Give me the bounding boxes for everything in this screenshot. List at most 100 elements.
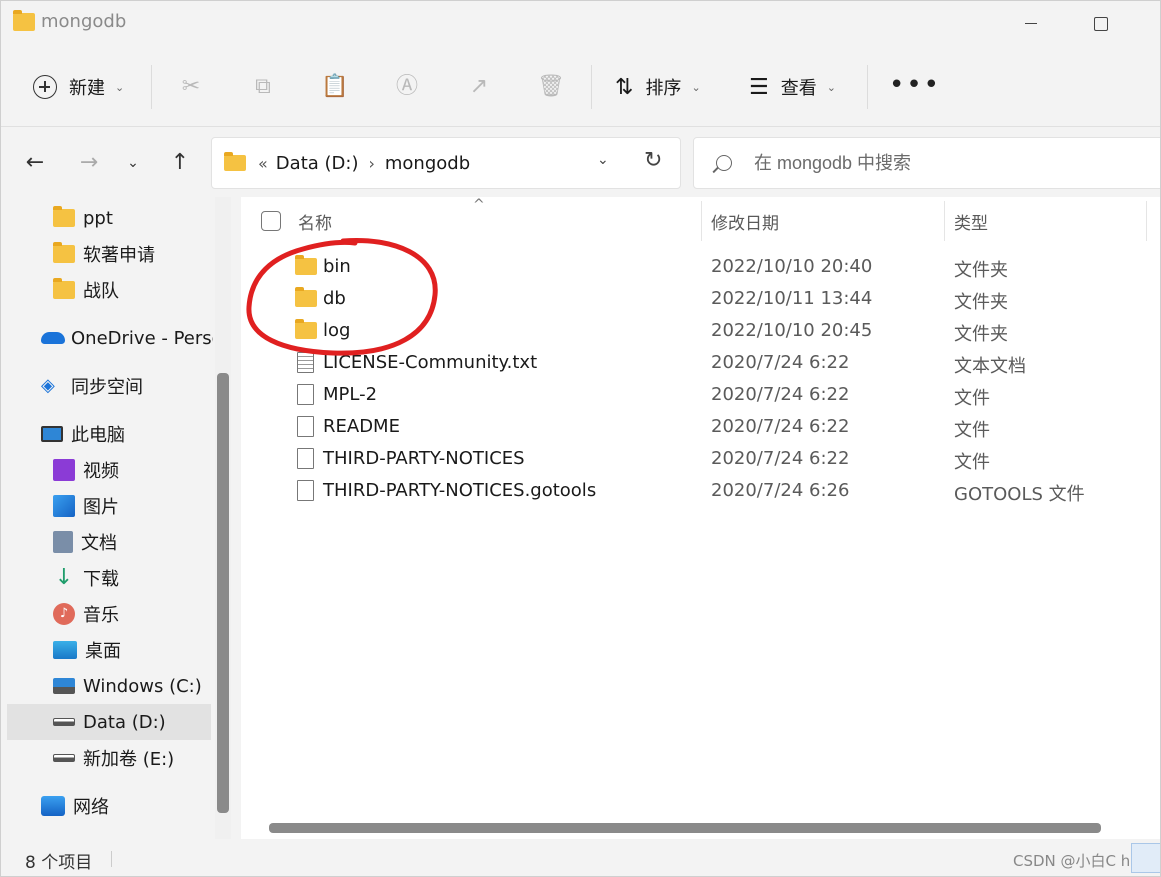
file-type: 文件夹 bbox=[954, 292, 1008, 313]
search-box[interactable] bbox=[693, 137, 1160, 189]
file-row[interactable]: README 2020/7/24 6:22 文件 bbox=[241, 411, 1160, 443]
folder-icon bbox=[295, 255, 317, 275]
sidebar-item-label: 图片 bbox=[83, 497, 119, 518]
column-header-name[interactable]: 名称 bbox=[298, 209, 332, 234]
column-divider[interactable] bbox=[944, 201, 945, 241]
breadcrumb-drive[interactable]: Data (D:) bbox=[276, 153, 359, 174]
sidebar-item-sync-space[interactable]: ◈ 同步空间 bbox=[41, 368, 143, 404]
file-list: ^ 名称 修改日期 类型 bin 2022/10/10 20:40 文件夹 db… bbox=[241, 197, 1160, 839]
file-name: LICENSE-Community.txt bbox=[323, 352, 538, 373]
sidebar-item-drive-e[interactable]: 新加卷 (E:) bbox=[53, 740, 174, 776]
sidebar-item-label: 下载 bbox=[83, 569, 119, 590]
file-row[interactable]: THIRD-PARTY-NOTICES.gotools 2020/7/24 6:… bbox=[241, 475, 1160, 507]
sidebar-item-label: 音乐 bbox=[83, 605, 119, 626]
file-date: 2022/10/11 13:44 bbox=[711, 288, 873, 309]
new-button[interactable]: 新建 ⌄ bbox=[33, 65, 124, 109]
sidebar-item-copyright[interactable]: 软著申请 bbox=[53, 236, 155, 272]
videos-icon bbox=[53, 459, 75, 481]
view-button[interactable]: ☰ 查看 ⌄ bbox=[749, 65, 836, 109]
sidebar-scrollbar-thumb[interactable] bbox=[217, 373, 229, 813]
file-row[interactable]: THIRD-PARTY-NOTICES 2020/7/24 6:22 文件 bbox=[241, 443, 1160, 475]
details-view-button[interactable] bbox=[1131, 843, 1160, 873]
column-header-date[interactable]: 修改日期 bbox=[711, 209, 779, 234]
watermark: CSDN @小白C hi bbox=[1013, 852, 1135, 870]
window-title: mongodb bbox=[41, 11, 127, 32]
up-button[interactable]: ↑ bbox=[166, 149, 194, 177]
sidebar-item-desktop[interactable]: 桌面 bbox=[53, 632, 121, 668]
file-row[interactable]: bin 2022/10/10 20:40 文件夹 bbox=[241, 251, 1160, 283]
sidebar-item-team[interactable]: 战队 bbox=[53, 272, 119, 308]
toolbar-divider bbox=[591, 65, 592, 109]
file-name: MPL-2 bbox=[323, 384, 378, 405]
recent-locations-button[interactable]: ⌄ bbox=[119, 149, 147, 177]
select-all-checkbox[interactable] bbox=[261, 211, 281, 231]
sidebar-item-ppt[interactable]: ppt bbox=[53, 200, 113, 236]
share-icon[interactable]: ↗ bbox=[465, 73, 493, 101]
sidebar-item-this-pc[interactable]: 此电脑 bbox=[41, 416, 125, 452]
file-type: 文件 bbox=[954, 388, 990, 409]
sidebar-item-drive-d[interactable]: Data (D:) bbox=[7, 704, 211, 740]
column-header-type[interactable]: 类型 bbox=[954, 209, 988, 234]
file-row[interactable]: db 2022/10/11 13:44 文件夹 bbox=[241, 283, 1160, 315]
address-bar[interactable]: « Data (D:) › mongodb ⌄ ↻ bbox=[211, 137, 681, 189]
maximize-button[interactable] bbox=[1081, 9, 1121, 37]
folder-icon bbox=[224, 152, 246, 171]
sidebar-item-videos[interactable]: 视频 bbox=[53, 452, 119, 488]
rename-icon[interactable]: Ⓐ bbox=[393, 73, 421, 101]
item-count: 8 个项目 bbox=[25, 853, 93, 873]
file-type: 文件夹 bbox=[954, 324, 1008, 345]
chevron-down-icon: ⌄ bbox=[691, 80, 701, 94]
back-button[interactable]: ← bbox=[21, 149, 49, 177]
sidebar-item-onedrive[interactable]: OneDrive - Perso bbox=[41, 320, 213, 356]
refresh-icon[interactable]: ↻ bbox=[644, 148, 662, 173]
file-date: 2022/10/10 20:40 bbox=[711, 256, 873, 277]
file-name: THIRD-PARTY-NOTICES.gotools bbox=[323, 480, 597, 501]
file-row[interactable]: log 2022/10/10 20:45 文件夹 bbox=[241, 315, 1160, 347]
new-label: 新建 bbox=[69, 78, 105, 99]
drive-icon bbox=[53, 718, 75, 726]
paste-icon[interactable]: 📋 bbox=[321, 73, 349, 101]
sidebar-item-pictures[interactable]: 图片 bbox=[53, 488, 119, 524]
cut-icon[interactable]: ✂ bbox=[177, 73, 205, 101]
drive-c-icon bbox=[53, 678, 75, 694]
sidebar-item-label: 视频 bbox=[83, 461, 119, 482]
column-divider[interactable] bbox=[1146, 201, 1147, 241]
plus-icon bbox=[33, 75, 57, 99]
file-row[interactable]: LICENSE-Community.txt 2020/7/24 6:22 文本文… bbox=[241, 347, 1160, 379]
sidebar-item-documents[interactable]: 文档 bbox=[53, 524, 117, 560]
search-icon bbox=[716, 155, 732, 171]
delete-icon[interactable]: 🗑 bbox=[537, 73, 565, 101]
sidebar-item-label: 文档 bbox=[81, 533, 117, 554]
sidebar-item-music[interactable]: ♪ 音乐 bbox=[53, 596, 119, 632]
column-divider[interactable] bbox=[701, 201, 702, 241]
sidebar-item-label: Data (D:) bbox=[83, 711, 166, 733]
more-options-button[interactable]: ••• bbox=[889, 72, 941, 98]
file-icon bbox=[297, 384, 314, 405]
breadcrumb-overflow[interactable]: « bbox=[258, 154, 268, 173]
pictures-icon bbox=[53, 495, 75, 517]
sync-space-icon: ◈ bbox=[41, 375, 55, 396]
sidebar-item-downloads[interactable]: ↓ 下载 bbox=[53, 560, 119, 596]
file-date: 2022/10/10 20:45 bbox=[711, 320, 873, 341]
file-type: GOTOOLS 文件 bbox=[954, 484, 1085, 505]
address-dropdown-icon[interactable]: ⌄ bbox=[597, 152, 609, 168]
horizontal-scrollbar[interactable] bbox=[269, 823, 1101, 833]
file-row[interactable]: MPL-2 2020/7/24 6:22 文件 bbox=[241, 379, 1160, 411]
copy-icon[interactable]: ⧉ bbox=[249, 73, 277, 101]
file-icon bbox=[297, 416, 314, 437]
folder-icon bbox=[295, 319, 317, 339]
breadcrumb-current[interactable]: mongodb bbox=[385, 153, 470, 174]
search-input[interactable] bbox=[754, 152, 1154, 174]
forward-button[interactable]: → bbox=[75, 149, 103, 177]
explorer-window: mongodb 新建 ⌄ ✂ ⧉ 📋 Ⓐ ↗ 🗑 ⇅ 排序 ⌄ ☰ 查看 ⌄ •… bbox=[0, 0, 1161, 877]
file-date: 2020/7/24 6:22 bbox=[711, 448, 850, 469]
folder-icon bbox=[295, 287, 317, 307]
file-date: 2020/7/24 6:22 bbox=[711, 416, 850, 437]
sidebar-item-label: 同步空间 bbox=[71, 377, 143, 398]
toolbar-divider bbox=[151, 65, 152, 109]
sort-button[interactable]: ⇅ 排序 ⌄ bbox=[615, 65, 701, 109]
sidebar-item-network[interactable]: 网络 bbox=[41, 788, 109, 824]
sidebar-item-drive-c[interactable]: Windows (C:) bbox=[53, 668, 202, 704]
folder-icon bbox=[53, 278, 75, 299]
minimize-button[interactable] bbox=[1011, 9, 1051, 37]
